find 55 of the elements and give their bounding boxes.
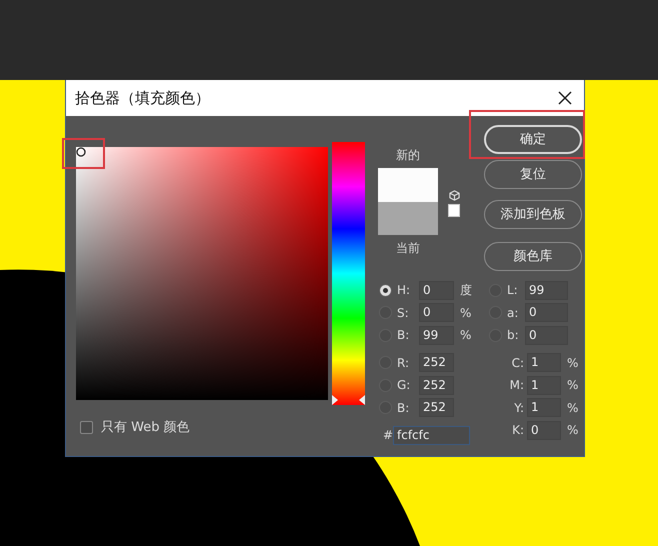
- dialog-button[interactable]: 颜色库: [484, 242, 582, 271]
- input-field[interactable]: 0: [527, 420, 561, 440]
- input-field[interactable]: 99: [525, 280, 568, 300]
- checkbox-label: 只有 Web 颜色: [101, 419, 190, 437]
- unit-label: %: [460, 327, 472, 344]
- field-label: G:: [397, 377, 412, 394]
- field-label: C:: [510, 354, 524, 372]
- unit-label: %: [567, 400, 578, 417]
- input-field[interactable]: 1: [527, 398, 561, 418]
- field-label: a:: [507, 304, 520, 322]
- input-field[interactable]: 252: [419, 353, 454, 372]
- input-field[interactable]: 1: [527, 376, 561, 395]
- input-field[interactable]: 1: [527, 353, 561, 372]
- input-field[interactable]: 0: [525, 303, 568, 322]
- current-color-label: 当前: [396, 240, 420, 257]
- field-label: L:: [507, 282, 519, 300]
- unit-label: %: [567, 377, 578, 394]
- input-field[interactable]: fcfcfc: [393, 426, 470, 445]
- dialog-button[interactable]: 复位: [484, 160, 582, 189]
- input-field[interactable]: 0: [525, 326, 568, 345]
- input-field[interactable]: 0: [419, 280, 454, 300]
- input-field[interactable]: 0: [419, 303, 454, 322]
- field-label: S:: [397, 304, 410, 322]
- field-label: B:: [397, 400, 410, 417]
- unit-label: %: [460, 304, 472, 322]
- input-field[interactable]: 252: [419, 376, 454, 395]
- input-field[interactable]: 99: [419, 326, 454, 345]
- field-label: B:: [397, 327, 410, 344]
- hue-slider[interactable]: [332, 142, 365, 405]
- field-label: K:: [511, 422, 524, 440]
- field-label: Y:: [513, 400, 524, 417]
- cube-icon[interactable]: [448, 190, 460, 201]
- current-color-swatch[interactable]: [378, 202, 438, 235]
- checkbox[interactable]: [80, 421, 93, 434]
- input-field[interactable]: 252: [419, 398, 454, 418]
- highlight-frame: [62, 138, 105, 169]
- unit-label: %: [567, 422, 578, 440]
- field-label: M:: [508, 377, 524, 394]
- unit-label: %: [567, 354, 578, 372]
- new-color-label: 新的: [396, 147, 420, 164]
- new-color-swatch: [378, 168, 438, 202]
- window-title: 拾色器（填充颜色）: [75, 88, 210, 109]
- field-label: b:: [507, 327, 520, 344]
- hue-slider-thumb[interactable]: [332, 395, 365, 405]
- field-label: H:: [397, 282, 412, 300]
- dialog-button[interactable]: 确定: [484, 125, 582, 154]
- radio-button[interactable]: [379, 284, 392, 297]
- close-icon[interactable]: [558, 91, 572, 105]
- web-safe-swatch[interactable]: [448, 204, 460, 217]
- field-label: R:: [397, 354, 410, 372]
- dialog-button[interactable]: 添加到色板: [484, 200, 582, 229]
- unit-label: 度: [460, 282, 472, 300]
- saturation-brightness-field[interactable]: [76, 147, 328, 400]
- picker-ring-icon[interactable]: [76, 147, 86, 157]
- field-label: #: [383, 427, 393, 444]
